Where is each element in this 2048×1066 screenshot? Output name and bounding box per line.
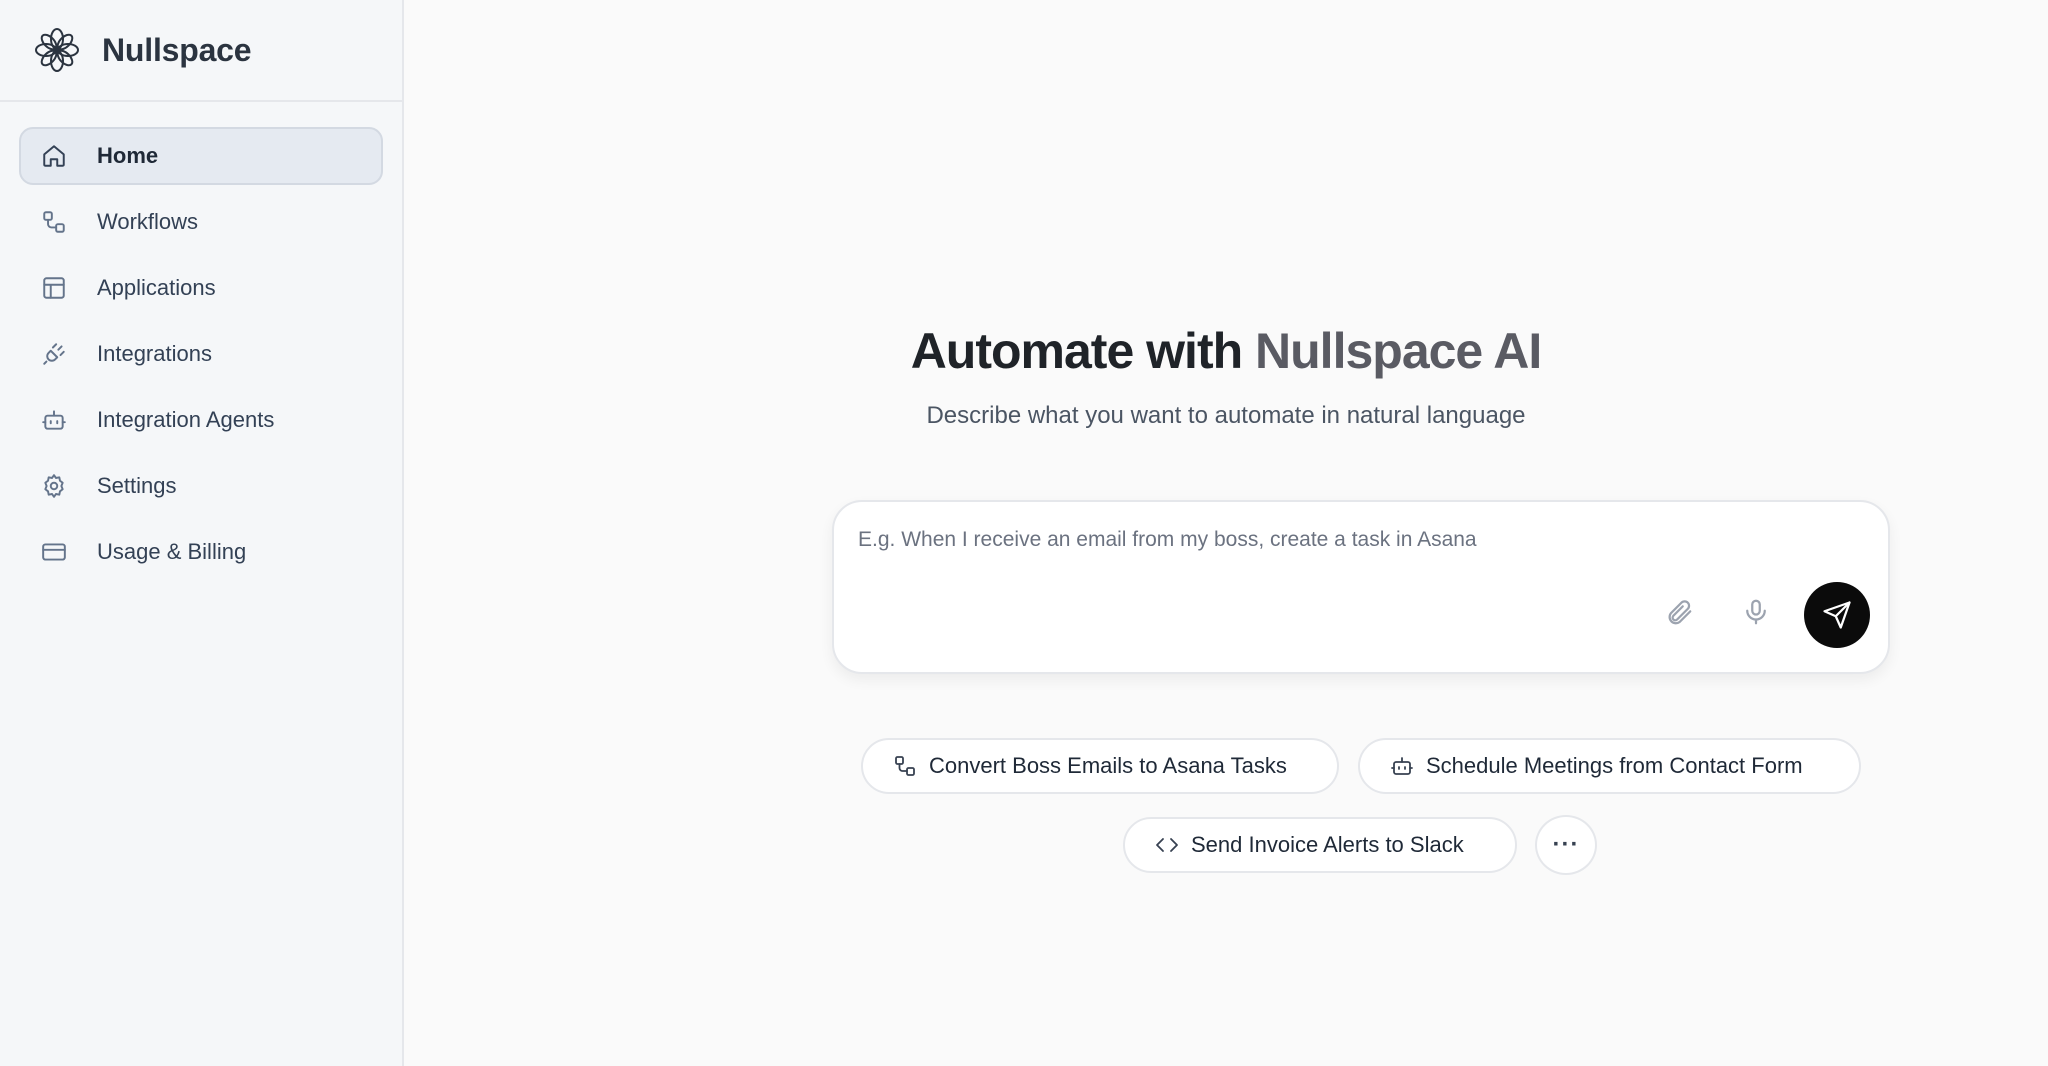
send-icon bbox=[1823, 601, 1851, 629]
flower-logo-icon bbox=[34, 27, 80, 73]
microphone-button[interactable] bbox=[1738, 594, 1774, 630]
sidebar-item-settings[interactable]: Settings bbox=[19, 457, 383, 515]
bot-icon bbox=[1390, 754, 1414, 778]
microphone-icon bbox=[1746, 599, 1766, 625]
sidebar-item-label: Usage & Billing bbox=[97, 539, 247, 564]
page-subtitle: Describe what you want to automate in na… bbox=[926, 402, 1526, 429]
more-icon: ··· bbox=[1552, 831, 1580, 858]
title-accent: Nullspace AI bbox=[1255, 323, 1542, 379]
attach-button[interactable] bbox=[1661, 594, 1697, 630]
prompt-input[interactable] bbox=[858, 528, 1758, 552]
layout-icon bbox=[41, 275, 67, 301]
workflow-icon bbox=[41, 209, 67, 235]
sidebar-item-usage-billing[interactable]: Usage & Billing bbox=[19, 523, 383, 581]
title-main: Automate with bbox=[910, 323, 1256, 379]
suggestion-chip-boss-emails[interactable]: Convert Boss Emails to Asana Tasks bbox=[861, 738, 1339, 794]
code-icon bbox=[1155, 833, 1179, 857]
prompt-box bbox=[832, 500, 1890, 674]
credit-card-icon bbox=[41, 539, 67, 565]
sidebar-item-workflows[interactable]: Workflows bbox=[19, 193, 383, 251]
send-button[interactable] bbox=[1804, 582, 1870, 648]
sidebar: Nullspace Home Workflows Applications In… bbox=[0, 0, 404, 1066]
paperclip-icon bbox=[1668, 600, 1692, 625]
sidebar-item-label: Workflows bbox=[97, 209, 199, 234]
plug-icon bbox=[41, 341, 67, 367]
bot-icon bbox=[41, 407, 67, 433]
suggestion-chip-invoice-alerts[interactable]: Send Invoice Alerts to Slack bbox=[1123, 817, 1517, 873]
workflow-icon bbox=[893, 754, 917, 778]
app-root: Nullspace Home Workflows Applications In… bbox=[0, 0, 2048, 1066]
brand[interactable]: Nullspace bbox=[0, 0, 402, 102]
page-title: Automate with Nullspace AI bbox=[404, 322, 2048, 380]
sidebar-item-label: Integration Agents bbox=[97, 407, 275, 432]
sidebar-item-label: Settings bbox=[97, 473, 177, 498]
home-icon bbox=[41, 143, 67, 169]
sidebar-item-label: Applications bbox=[97, 275, 216, 300]
sidebar-item-label: Integrations bbox=[97, 341, 212, 366]
suggestion-label: Schedule Meetings from Contact Form bbox=[1426, 753, 1803, 778]
suggestion-label: Convert Boss Emails to Asana Tasks bbox=[929, 753, 1287, 778]
suggestion-label: Send Invoice Alerts to Slack bbox=[1191, 832, 1464, 857]
sidebar-item-label: Home bbox=[97, 143, 159, 168]
sidebar-item-applications[interactable]: Applications bbox=[19, 259, 383, 317]
suggestion-chip-schedule-meetings[interactable]: Schedule Meetings from Contact Form bbox=[1358, 738, 1861, 794]
sidebar-item-integrations[interactable]: Integrations bbox=[19, 325, 383, 383]
brand-name: Nullspace bbox=[102, 31, 252, 68]
sidebar-nav: Home Workflows Applications Integrations bbox=[0, 102, 402, 614]
main-content: Automate with Nullspace AI Describe what… bbox=[404, 0, 2048, 1066]
sidebar-item-home[interactable]: Home bbox=[19, 127, 383, 185]
more-suggestions-button[interactable]: ··· bbox=[1535, 815, 1597, 875]
gear-icon bbox=[41, 473, 67, 499]
sidebar-item-integration-agents[interactable]: Integration Agents bbox=[19, 391, 383, 449]
